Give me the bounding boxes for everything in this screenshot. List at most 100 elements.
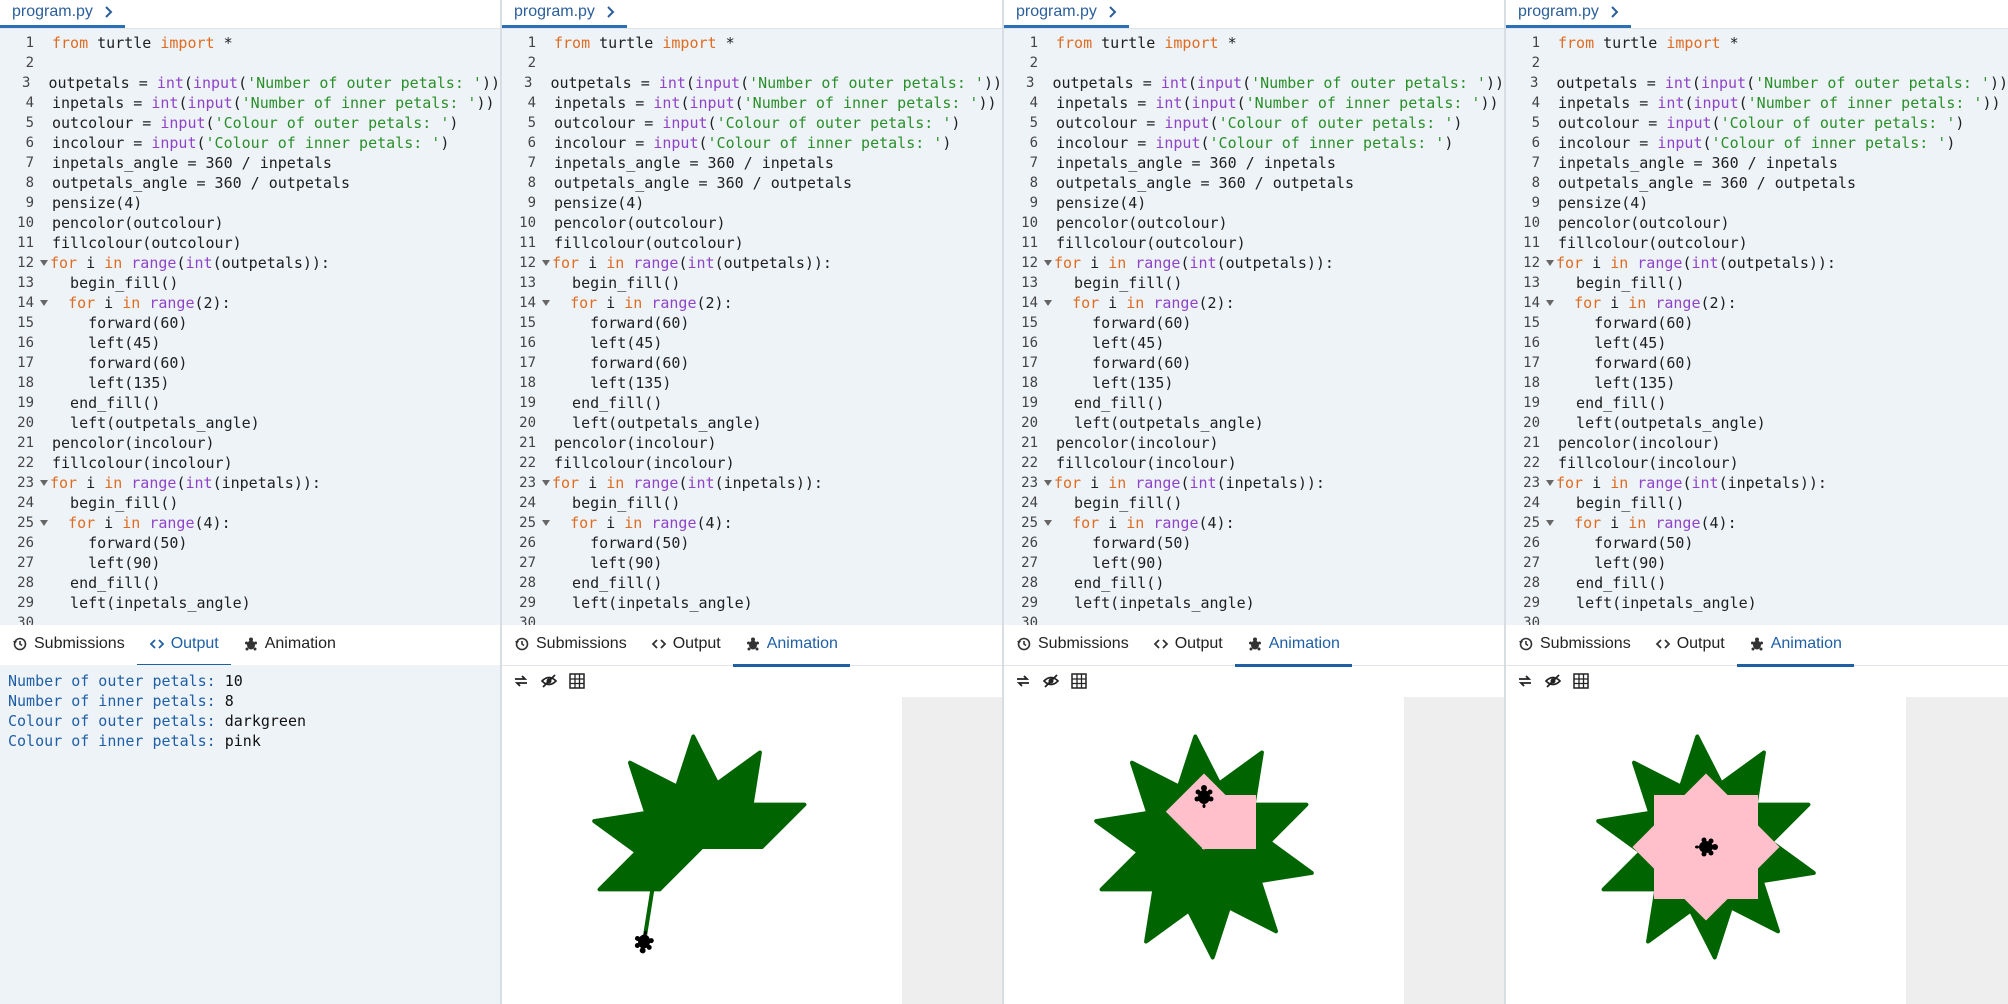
code-text: end_fill() — [1056, 394, 1165, 412]
fold-arrow-icon[interactable] — [1044, 260, 1052, 266]
grid-icon[interactable] — [1572, 672, 1590, 690]
line-number: 24 — [17, 495, 34, 511]
hide-turtle-icon[interactable] — [1544, 672, 1562, 690]
replay-icon[interactable] — [1014, 672, 1032, 690]
line-number: 22 — [1523, 455, 1540, 471]
tab-label: Animation — [1770, 634, 1842, 652]
fold-arrow-icon[interactable] — [542, 480, 550, 486]
output-value: pink — [224, 732, 261, 750]
fold-arrow-icon[interactable] — [1044, 520, 1052, 526]
code-line: 10 pencolor(outcolour) — [0, 213, 500, 233]
code-text: begin_fill() — [1056, 274, 1183, 292]
code-line: 9 pensize(4) — [1506, 193, 2008, 213]
line-number: 26 — [1021, 535, 1038, 551]
file-tab-label: program.py — [12, 3, 93, 20]
line-number: 12 — [1523, 255, 1540, 271]
fold-arrow-icon[interactable] — [1546, 480, 1554, 486]
code-editor[interactable]: 1 from turtle import * 2 3 outpetals = int(i… — [502, 29, 1002, 631]
code-text: left(outpetals_angle) — [1558, 414, 1766, 432]
tab-animation[interactable]: Animation — [231, 624, 348, 667]
bottom-pane: Submissions Output Animation — [1004, 625, 1504, 1004]
fold-arrow-icon[interactable] — [542, 520, 550, 526]
fold-arrow-icon[interactable] — [40, 300, 48, 306]
tab-animation[interactable]: Animation — [1234, 624, 1352, 667]
code-text: pencolor(incolour) — [52, 434, 215, 452]
code-line: 14 for i in range(2): — [1506, 293, 2008, 313]
tab-submissions[interactable]: Submissions — [1506, 624, 1643, 667]
tab-output[interactable]: Output — [136, 624, 231, 667]
code-text: outpetals_angle = 360 / outpetals — [1056, 174, 1355, 192]
tab-output[interactable]: Output — [1643, 624, 1737, 667]
output-value: 8 — [224, 692, 234, 710]
hide-turtle-icon[interactable] — [1042, 672, 1060, 690]
code-line: 28 end_fill() — [0, 573, 500, 593]
fold-arrow-icon[interactable] — [1546, 260, 1554, 266]
file-tab[interactable]: program.py — [1506, 0, 1631, 28]
code-line: 23 for i in range(int(inpetals)): — [1004, 473, 1504, 493]
code-line: 19 end_fill() — [1004, 393, 1504, 413]
output-tabs: Submissions Output Animation — [502, 624, 1002, 667]
file-tab[interactable]: program.py — [1004, 0, 1129, 28]
code-line: 29 left(inpetals_angle) — [1004, 593, 1504, 613]
line-number: 14 — [17, 295, 34, 311]
fold-arrow-icon[interactable] — [40, 520, 48, 526]
line-number: 10 — [17, 215, 34, 231]
line-number: 18 — [17, 375, 34, 391]
tab-output[interactable]: Output — [639, 624, 733, 667]
line-number: 18 — [1021, 375, 1038, 391]
code-line: 8 outpetals_angle = 360 / outpetals — [0, 173, 500, 193]
line-number: 5 — [1029, 115, 1038, 131]
fold-arrow-icon[interactable] — [1546, 520, 1554, 526]
tab-submissions[interactable]: Submissions — [502, 624, 639, 667]
tab-submissions[interactable]: Submissions — [0, 624, 137, 667]
code-line: 28 end_fill() — [1004, 573, 1504, 593]
code-text: forward(60) — [1558, 314, 1694, 332]
code-line: 29 left(inpetals_angle) — [502, 593, 1002, 613]
code-text: inpetals_angle = 360 / inpetals — [1056, 154, 1336, 172]
code-line: 7 inpetals_angle = 360 / inpetals — [502, 153, 1002, 173]
output-tabs: Submissions Output Animation — [0, 624, 500, 667]
fold-arrow-icon[interactable] — [1044, 300, 1052, 306]
fold-arrow-icon[interactable] — [40, 480, 48, 486]
code-text: inpetals = int(input('Number of inner pe… — [52, 94, 495, 112]
code-line: 3 outpetals = int(input('Number of outer … — [1506, 73, 2008, 93]
tab-animation[interactable]: Animation — [1736, 624, 1854, 667]
output-line: Number of inner petals: 8 — [8, 691, 492, 711]
line-number: 17 — [17, 355, 34, 371]
line-number: 4 — [1531, 95, 1540, 111]
code-text: left(45) — [52, 334, 161, 352]
code-editor[interactable]: 1 from turtle import * 2 3 outpetals = int(i… — [0, 29, 500, 631]
tab-submissions[interactable]: Submissions — [1004, 624, 1141, 667]
code-text: end_fill() — [554, 394, 663, 412]
fold-arrow-icon[interactable] — [40, 260, 48, 266]
code-text: begin_fill() — [554, 494, 681, 512]
code-text: end_fill() — [1056, 574, 1165, 592]
grid-icon[interactable] — [568, 672, 586, 690]
file-tab[interactable]: program.py — [502, 0, 627, 28]
replay-icon[interactable] — [1516, 672, 1534, 690]
code-editor[interactable]: 1 from turtle import * 2 3 outpetals = int(i… — [1004, 29, 1504, 631]
code-text: outpetals = int(input('Number of outer p… — [48, 74, 500, 92]
tab-animation[interactable]: Animation — [732, 624, 850, 667]
animation-toolbar — [1004, 666, 1504, 696]
line-number: 27 — [17, 555, 34, 571]
fold-arrow-icon[interactable] — [542, 260, 550, 266]
grid-icon[interactable] — [1070, 672, 1088, 690]
tab-output[interactable]: Output — [1141, 624, 1235, 667]
code-text: forward(60) — [52, 314, 188, 332]
line-number: 3 — [1530, 75, 1539, 91]
code-text: pencolor(outcolour) — [52, 214, 224, 232]
code-line: 27 left(90) — [1004, 553, 1504, 573]
line-number: 15 — [519, 315, 536, 331]
line-number: 16 — [519, 335, 536, 351]
line-number: 16 — [17, 335, 34, 351]
file-tab[interactable]: program.py — [0, 0, 125, 28]
fold-arrow-icon[interactable] — [1044, 480, 1052, 486]
hide-turtle-icon[interactable] — [540, 672, 558, 690]
code-editor[interactable]: 1 from turtle import * 2 3 outpetals = int(i… — [1506, 29, 2008, 631]
replay-icon[interactable] — [512, 672, 530, 690]
code-line: 9 pensize(4) — [0, 193, 500, 213]
fold-arrow-icon[interactable] — [542, 300, 550, 306]
code-line: 12 for i in range(int(outpetals)): — [1506, 253, 2008, 273]
fold-arrow-icon[interactable] — [1546, 300, 1554, 306]
